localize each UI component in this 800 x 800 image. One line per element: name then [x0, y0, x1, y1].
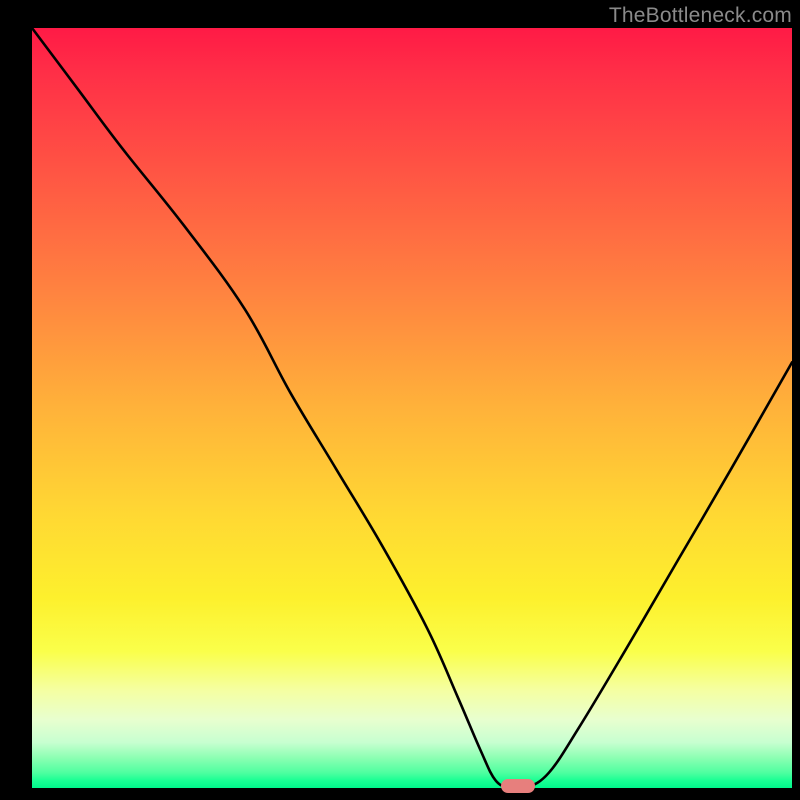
- plot-area: [32, 28, 792, 788]
- watermark-text: TheBottleneck.com: [609, 4, 792, 28]
- chart-frame: TheBottleneck.com: [0, 0, 800, 800]
- curve-svg: [32, 28, 792, 788]
- bottleneck-curve: [32, 28, 792, 788]
- optimal-marker: [501, 779, 535, 793]
